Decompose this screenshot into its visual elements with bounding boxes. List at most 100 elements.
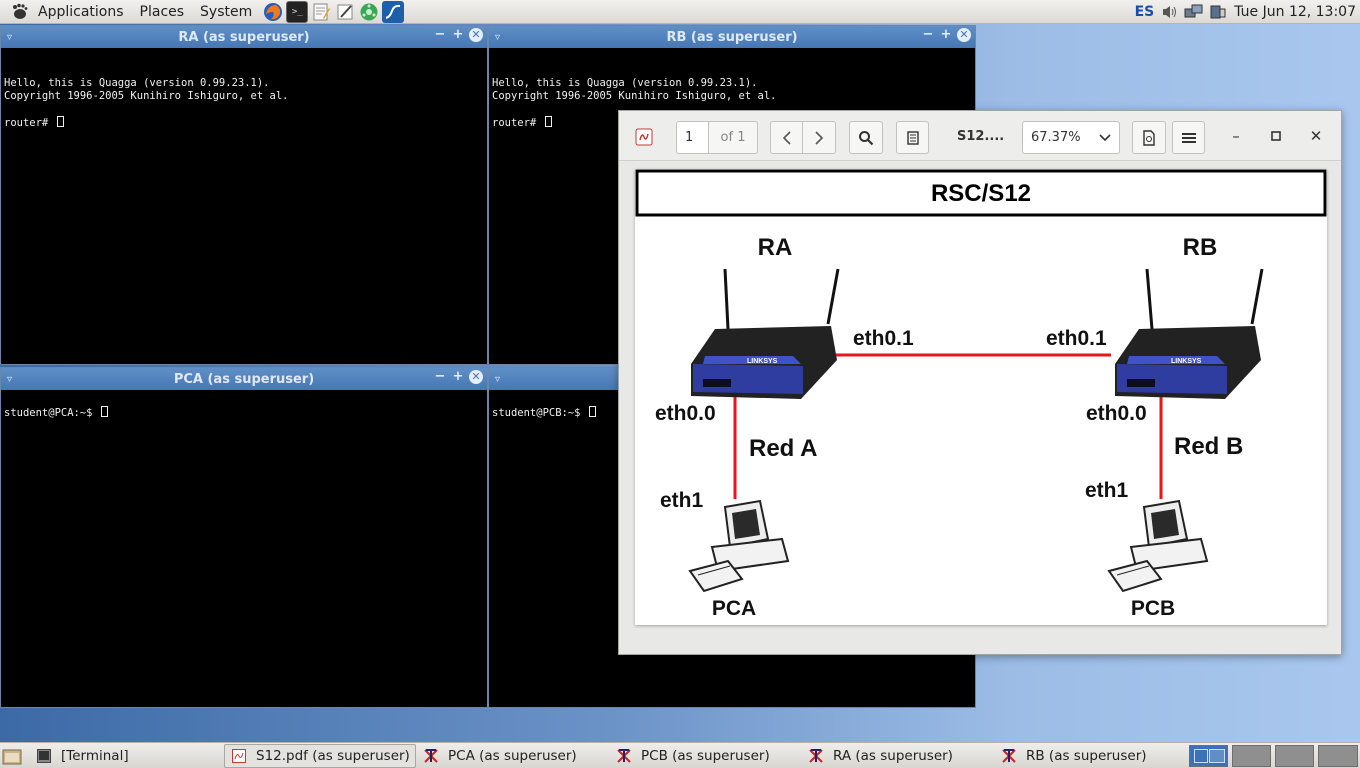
window-menu-icon[interactable]: ▿ (495, 32, 507, 43)
sidebar-toggle-button[interactable] (896, 121, 929, 154)
close-button[interactable]: ✕ (469, 370, 483, 384)
terminal-window-pca[interactable]: ▿ PCA (as superuser) − + ✕ student@PCA:~… (0, 367, 488, 708)
minimize-button[interactable]: − (433, 370, 447, 384)
text-editor-launcher-icon[interactable] (310, 1, 332, 23)
titlebar[interactable]: ▿ PCA (as superuser) − + ✕ (1, 368, 487, 390)
clock[interactable]: Tue Jun 12, 13:07 (1234, 4, 1356, 20)
prompt: student@PCA:~$ (4, 407, 99, 419)
taskbar-item-ra[interactable]: RA (as superuser) (802, 744, 992, 768)
wireshark-launcher-icon[interactable] (382, 0, 405, 23)
search-button[interactable] (849, 121, 883, 154)
maximize-button[interactable]: + (939, 28, 953, 42)
show-desktop-button[interactable] (2, 746, 22, 766)
annotations-button[interactable] (1132, 121, 1166, 154)
network-launcher-icon[interactable] (358, 1, 380, 23)
close-button[interactable]: ✕ (1305, 125, 1327, 147)
next-page-button[interactable] (802, 121, 836, 154)
page-thumbnails-icon (906, 130, 919, 145)
gnome-foot-icon[interactable] (8, 1, 30, 23)
network-a-label: Red A (749, 435, 817, 462)
document-title: S12.... (957, 129, 1005, 144)
previous-page-button[interactable] (770, 121, 803, 154)
text-cursor (588, 406, 596, 417)
minimize-button[interactable]: − (921, 28, 935, 42)
terminal-output[interactable]: student@PCA:~$ (1, 390, 487, 449)
pca-label: PCA (712, 597, 756, 620)
window-menu-icon[interactable]: ▿ (7, 32, 19, 43)
editor-launcher-icon[interactable] (334, 1, 356, 23)
xterm-icon (808, 748, 824, 764)
chevron-left-icon (782, 130, 791, 145)
workspace-1[interactable] (1189, 745, 1228, 767)
titlebar[interactable]: ▿ RA (as superuser) − + ✕ (1, 26, 487, 48)
taskbar-item-label: S12.pdf (as superuser) (256, 748, 410, 764)
terminal-prompt-line: router# (4, 116, 484, 130)
maximize-button[interactable]: + (451, 28, 465, 42)
window-menu-icon[interactable]: ▿ (7, 374, 19, 385)
taskbar-item-label: PCB (as superuser) (641, 748, 770, 764)
terminal-output[interactable]: Hello, this is Quagga (version 0.99.23.1… (1, 48, 487, 159)
taskbar-item-label: [Terminal] (61, 748, 129, 764)
text-cursor (100, 406, 108, 417)
pdf-icon (231, 748, 247, 764)
taskbar-item-label: RA (as superuser) (833, 748, 953, 764)
firefox-launcher-icon[interactable] (262, 1, 284, 23)
pca-interface-label: eth1 (660, 489, 704, 512)
router-ra: LINKSYS (691, 268, 840, 399)
keyboard-layout-indicator[interactable]: ES (1135, 4, 1155, 20)
ra-lan-interface-label: eth0.0 (655, 402, 716, 425)
document-annotate-icon (1143, 129, 1155, 146)
terminal-window-ra[interactable]: ▿ RA (as superuser) − + ✕ Hello, this is… (0, 25, 488, 365)
prompt: router# (492, 117, 543, 129)
workspace-3[interactable] (1275, 745, 1314, 767)
close-button[interactable]: ✕ (957, 28, 971, 42)
prompt: router# (4, 117, 55, 129)
menu-button[interactable] (1172, 121, 1205, 154)
window-menu-icon[interactable]: ▿ (495, 374, 507, 385)
pcb-label: PCB (1131, 597, 1175, 620)
network-diagram: RSC/S12 LINKSYS LINKSYS RA RB eth0.1 eth… (635, 169, 1327, 620)
workspace-4[interactable] (1318, 745, 1358, 767)
titlebar[interactable]: ▿ RB (as superuser) − + ✕ (489, 26, 975, 48)
taskbar-item-terminal[interactable]: [Terminal] (30, 744, 220, 768)
page-count: of 1 (709, 121, 758, 154)
menu-system[interactable]: System (192, 4, 260, 20)
menu-places[interactable]: Places (132, 4, 193, 20)
removable-device-icon[interactable] (1208, 3, 1228, 21)
bottom-panel: [Terminal] S12.pdf (as superuser) PCA (a… (0, 742, 1360, 768)
taskbar-item-rb[interactable]: RB (as superuser) (995, 744, 1185, 768)
maximize-button[interactable]: + (451, 370, 465, 384)
minimize-button[interactable]: – (1225, 125, 1247, 147)
terminal-launcher-icon[interactable]: >_ (286, 0, 309, 23)
workspace-2[interactable] (1232, 745, 1271, 767)
zoom-value: 67.37% (1031, 130, 1081, 145)
rb-wan-interface-label: eth0.1 (1046, 327, 1107, 350)
terminal-line: Hello, this is Quagga (version 0.99.23.1… (492, 77, 758, 89)
taskbar-item-pca[interactable]: PCA (as superuser) (417, 744, 607, 768)
close-button[interactable]: ✕ (469, 28, 483, 42)
top-panel: Applications Places System >_ ES Tue Jun… (0, 0, 1360, 24)
network-b-label: Red B (1174, 433, 1243, 460)
minimize-button[interactable]: − (433, 28, 447, 42)
router-rb: LINKSYS (1115, 268, 1264, 399)
chevron-right-icon (815, 130, 824, 145)
page-number-input[interactable]: 1 (676, 121, 709, 154)
maximize-button[interactable] (1265, 125, 1287, 147)
diagram-title: RSC/S12 (931, 180, 1031, 207)
xterm-icon (1001, 748, 1017, 764)
window-title: PCA (as superuser) (173, 371, 315, 387)
pc-pca (688, 499, 790, 593)
taskbar-item-s12-pdf[interactable]: S12.pdf (as superuser) (224, 744, 416, 768)
pc-pcb (1107, 499, 1209, 593)
rb-lan-interface-label: eth0.0 (1086, 402, 1147, 425)
volume-icon[interactable] (1160, 3, 1180, 21)
taskbar-item-pcb[interactable]: PCB (as superuser) (610, 744, 800, 768)
window-title: RB (as superuser) (666, 29, 798, 45)
pdf-page: RSC/S12 LINKSYS LINKSYS RA RB eth0.1 eth… (635, 169, 1327, 625)
menu-applications[interactable]: Applications (30, 4, 132, 20)
zoom-select[interactable]: 67.37% (1022, 121, 1120, 154)
network-status-icon[interactable] (1184, 3, 1204, 21)
pdf-viewer-window[interactable]: 1 of 1 S12.... 67.37% – ✕ RSC/S12 LINKSY… (618, 110, 1342, 655)
xterm-icon (616, 748, 632, 764)
